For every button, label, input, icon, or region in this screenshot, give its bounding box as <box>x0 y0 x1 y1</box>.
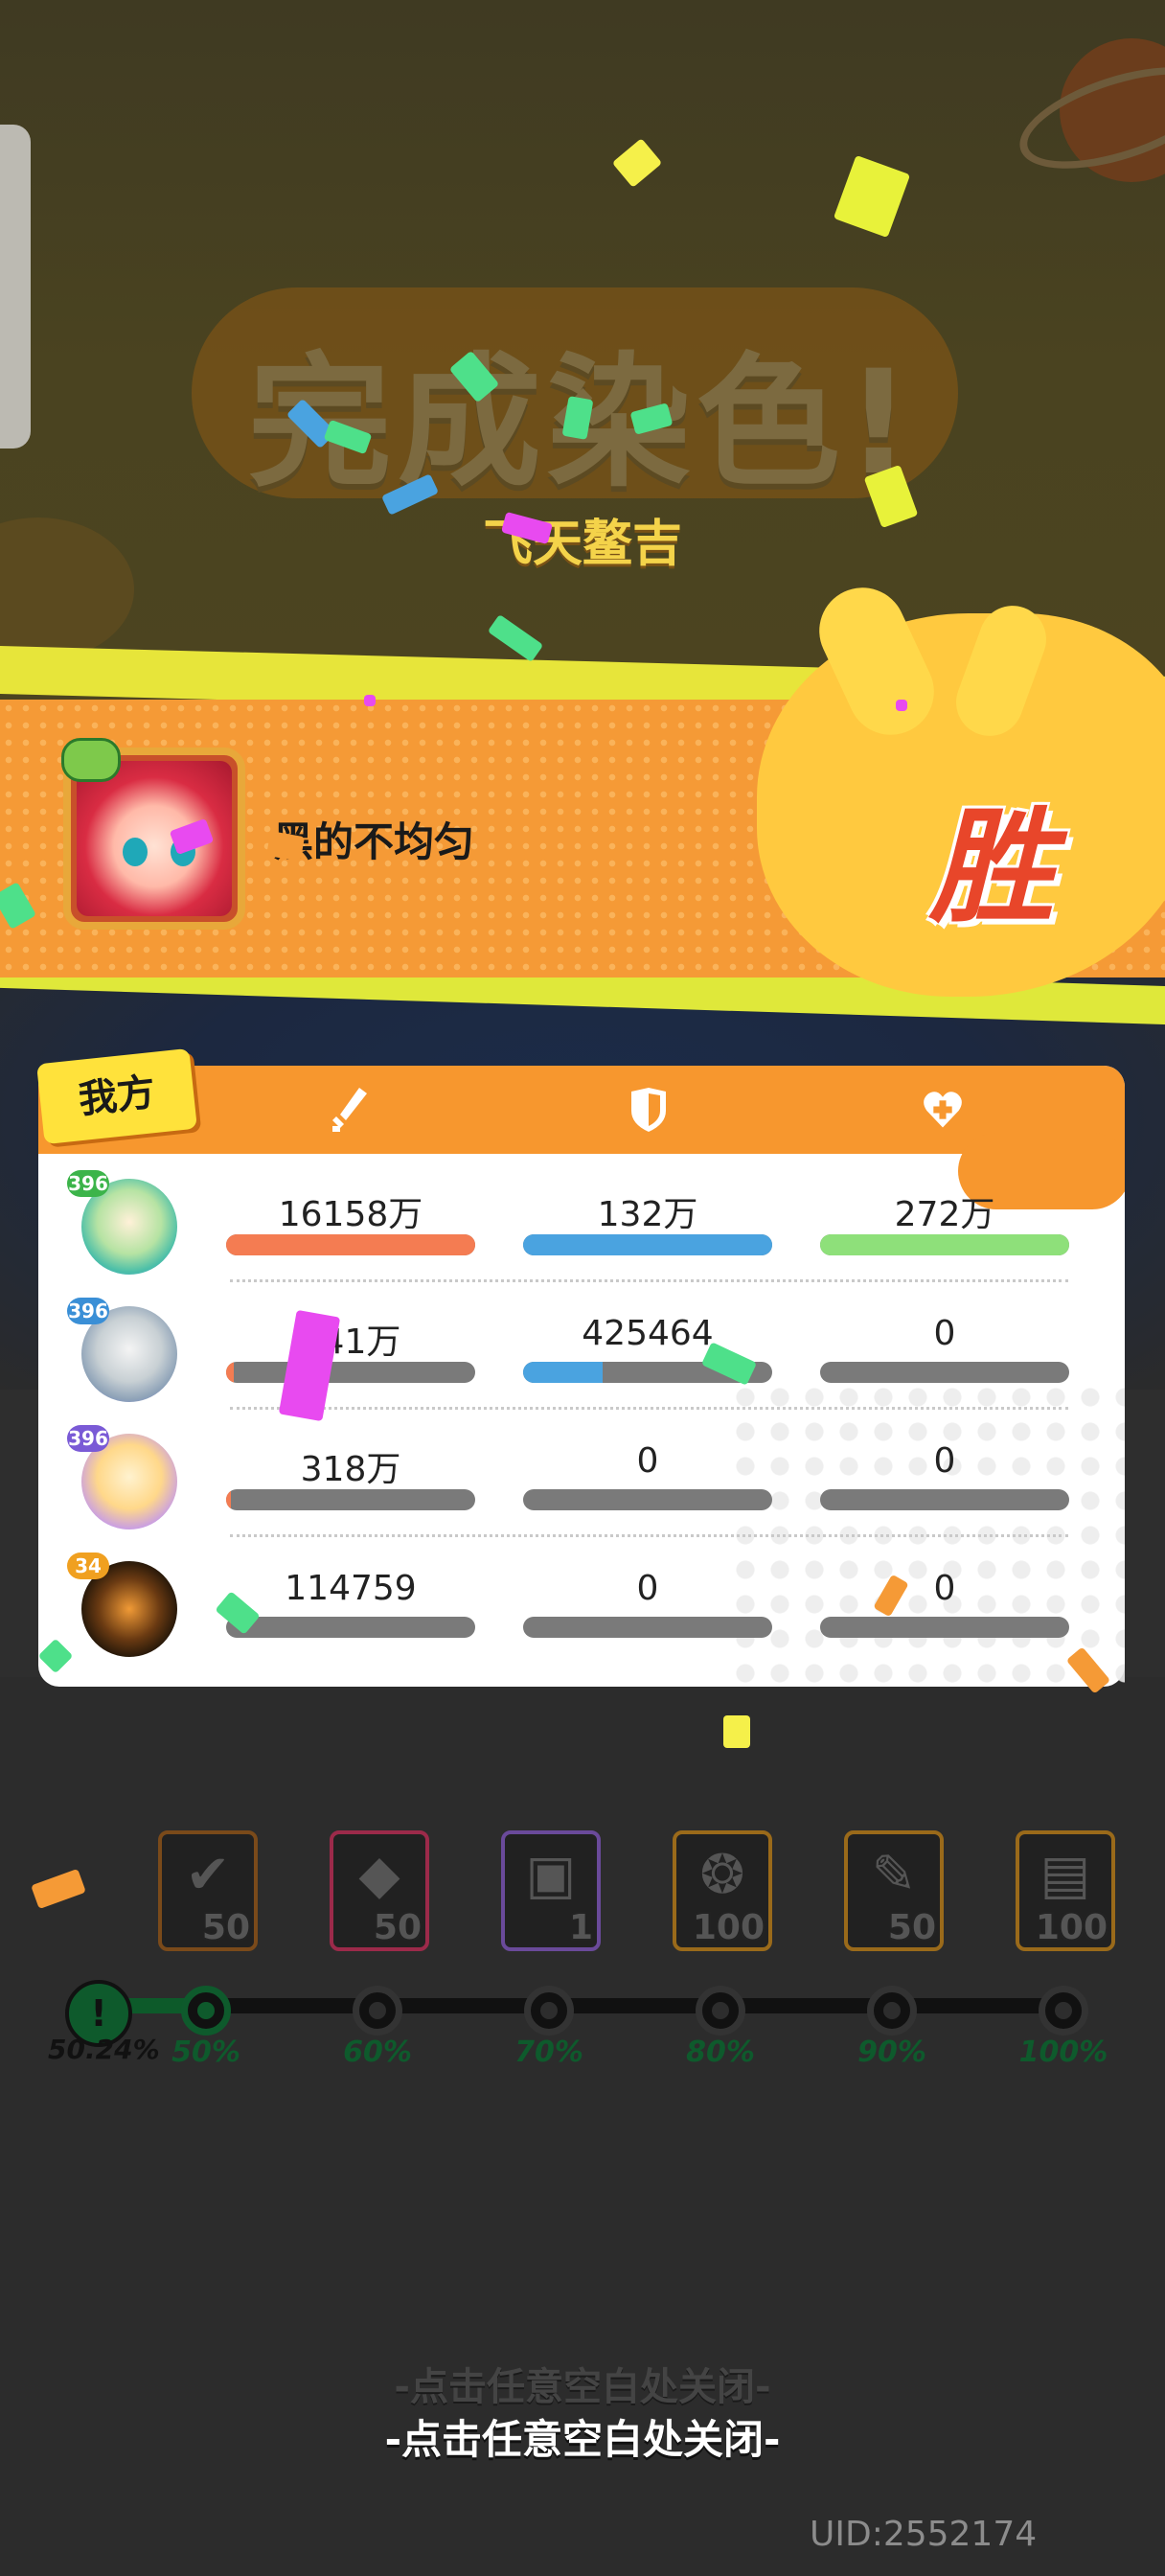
milestone-node <box>524 1986 574 2036</box>
milestone-node <box>867 1986 917 2036</box>
milestone-node-center <box>1055 2002 1072 2019</box>
avatar-frame-badge-icon <box>61 738 121 782</box>
gift-box-icon: ▣ <box>525 1844 577 1906</box>
reward-count: 1 <box>568 1908 593 1947</box>
heal-value: 0 <box>933 1569 956 1608</box>
damage-value: 541万 <box>300 1322 401 1362</box>
damage-value: 16158万 <box>278 1195 423 1234</box>
milestone-node <box>1039 1986 1088 2036</box>
milestone-node-center <box>197 2002 215 2019</box>
row-divider <box>230 1534 1068 1537</box>
row-divider <box>230 1407 1068 1410</box>
team-label: 我方 <box>36 1047 197 1145</box>
milestone-node-center <box>369 2002 386 2019</box>
brush-check-icon: ✔ <box>185 1844 231 1906</box>
tank-value: 132万 <box>597 1195 698 1234</box>
reward-item[interactable]: ✎ 50 <box>844 1830 944 1951</box>
milestone-label: 50% <box>171 2036 240 2069</box>
close-hint-shadow: -点击任意空白处关闭- <box>394 2365 771 2409</box>
hero-level-badge: 396 <box>67 1425 109 1452</box>
shield-icon <box>631 1088 666 1132</box>
damage-value: 114759 <box>285 1569 417 1608</box>
milestone-label: 90% <box>857 2036 926 2069</box>
confetti-piece <box>723 1715 750 1748</box>
reward-item[interactable]: ◆ 50 <box>330 1830 429 1951</box>
heal-bar <box>820 1362 1069 1383</box>
user-id: UID:2552174 <box>810 2515 1038 2554</box>
hero-level-badge: 396 <box>67 1170 109 1197</box>
progress-track <box>91 1998 1068 2013</box>
heal-value: 272万 <box>894 1195 995 1234</box>
milestone-node-center <box>540 2002 558 2019</box>
close-hint[interactable]: -点击任意空白处关闭- <box>0 2407 1165 2466</box>
milestone-label: 80% <box>686 2036 755 2069</box>
milestone-node-center <box>883 2002 901 2019</box>
tank-bar <box>523 1489 772 1510</box>
gold-medal-icon: ❂ <box>699 1844 745 1906</box>
current-progress: 50.24% <box>48 2034 160 2065</box>
reward-count: 50 <box>201 1908 250 1947</box>
reward-item[interactable]: ❂ 100 <box>673 1830 772 1951</box>
damage-bar <box>226 1489 475 1510</box>
milestone-label: 60% <box>343 2036 412 2069</box>
reward-count: 100 <box>692 1908 765 1947</box>
damage-value: 318万 <box>300 1450 401 1489</box>
reward-count: 50 <box>887 1908 936 1947</box>
reward-count: 100 <box>1035 1908 1108 1947</box>
ticket-icon: ▤ <box>1039 1844 1091 1906</box>
heal-value: 0 <box>933 1441 956 1481</box>
tank-bar <box>523 1234 772 1255</box>
damage-bar-fill <box>226 1234 475 1255</box>
confetti-piece <box>896 700 907 711</box>
heal-bar <box>820 1617 1069 1638</box>
damage-bar <box>226 1362 475 1383</box>
panel-dot-pattern <box>728 1380 1125 1687</box>
milestone-node <box>353 1986 402 2036</box>
row-divider <box>230 1279 1068 1282</box>
tank-bar-fill <box>523 1362 604 1383</box>
confetti-piece <box>364 695 376 706</box>
tank-value: 0 <box>636 1569 659 1608</box>
damage-bar-fill <box>226 1362 234 1383</box>
hero-level-badge: 396 <box>67 1298 109 1324</box>
damage-bar-fill <box>226 1489 232 1510</box>
pencil-icon: ✎ <box>871 1844 917 1906</box>
heal-value: 0 <box>933 1314 956 1353</box>
damage-bar <box>226 1617 475 1638</box>
milestone-node-center <box>712 2002 729 2019</box>
reward-item[interactable]: ✔ 50 <box>158 1830 258 1951</box>
sword-icon <box>332 1088 367 1132</box>
reward-count: 50 <box>373 1908 422 1947</box>
victory-label: 胜 <box>929 794 1055 940</box>
tank-value: 425464 <box>582 1314 714 1353</box>
milestone-label: 100% <box>1018 2036 1108 2069</box>
avatar-eye <box>123 838 148 866</box>
diamond-icon: ◆ <box>358 1844 400 1906</box>
heal-bar-fill <box>820 1234 1069 1255</box>
heal-bar <box>820 1489 1069 1510</box>
reward-item[interactable]: ▤ 100 <box>1016 1830 1115 1951</box>
heal-bar <box>820 1234 1069 1255</box>
heart-plus-icon <box>924 1092 962 1128</box>
milestone-label: 70% <box>514 2036 583 2069</box>
reward-item[interactable]: ▣ 1 <box>501 1830 601 1951</box>
milestone-node <box>696 1986 745 2036</box>
hero-level-badge: 34 <box>67 1552 109 1579</box>
map-name: 飞天鳌吉 <box>482 516 682 573</box>
damage-bar <box>226 1234 475 1255</box>
tank-bar <box>523 1617 772 1638</box>
milestone-node <box>181 1986 231 2036</box>
tank-value: 0 <box>636 1441 659 1481</box>
tank-bar-fill <box>523 1234 772 1255</box>
